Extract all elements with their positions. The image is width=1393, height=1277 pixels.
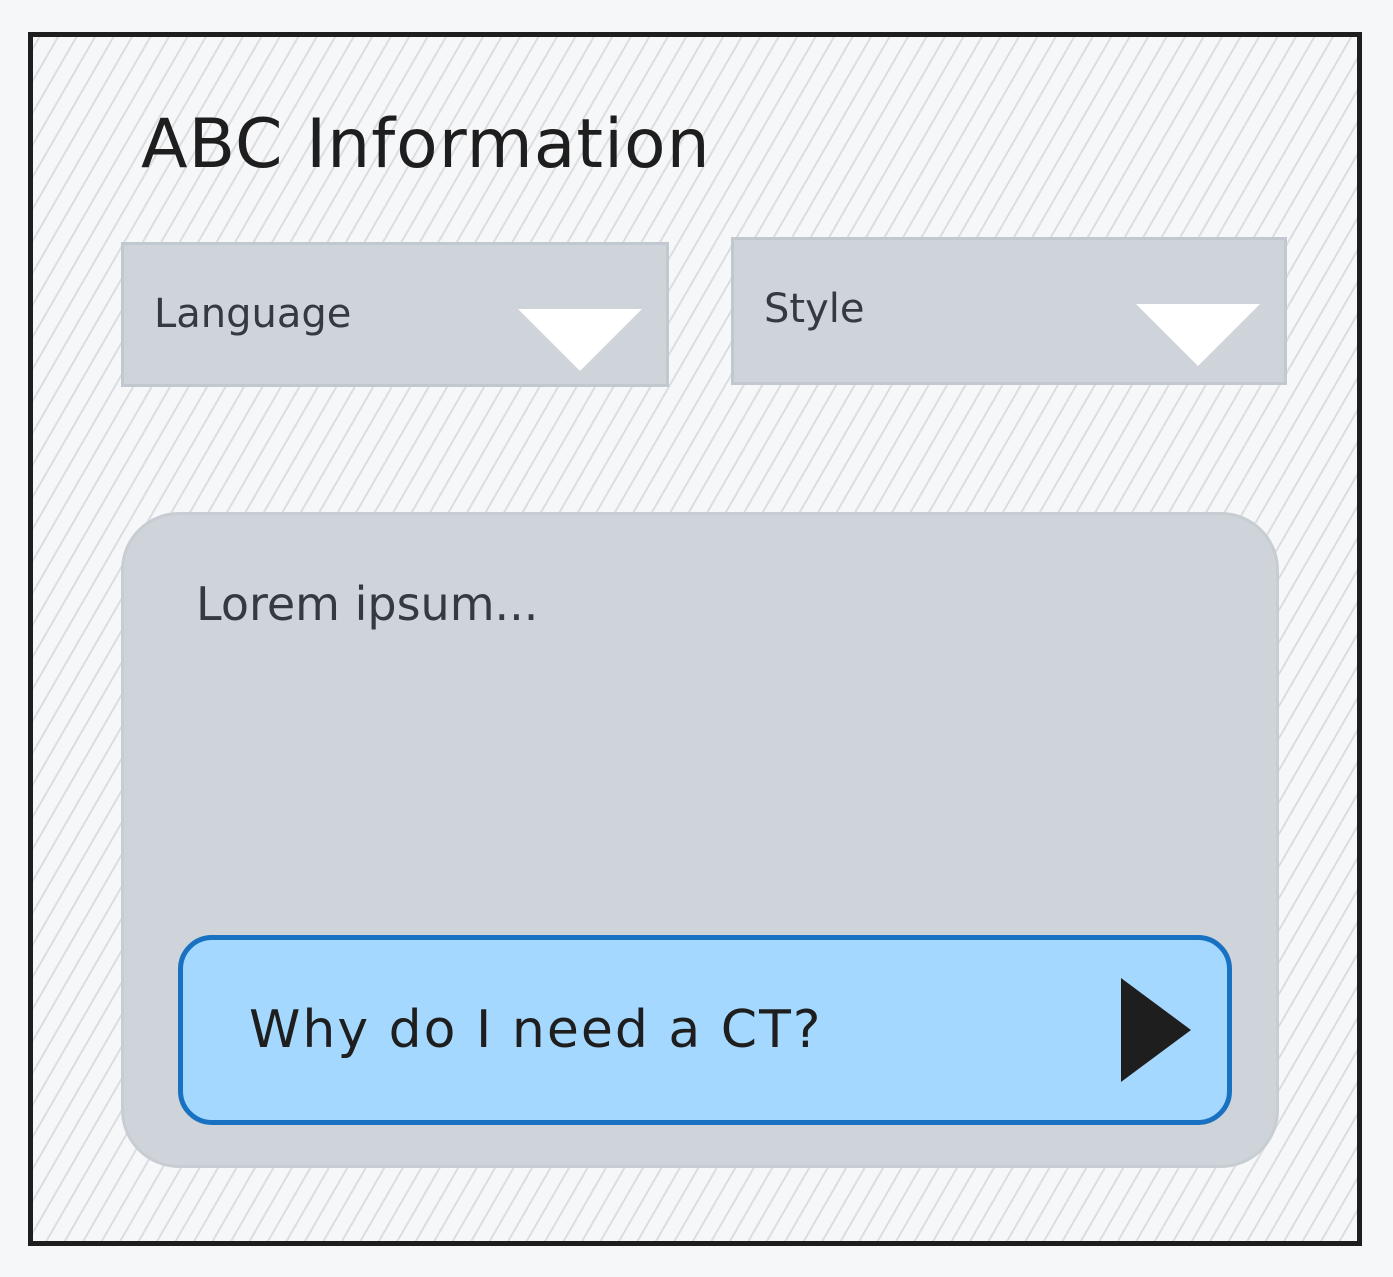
style-dropdown-label: Style bbox=[764, 286, 865, 332]
page-title: ABC Information bbox=[141, 105, 711, 184]
send-icon[interactable] bbox=[1121, 978, 1191, 1082]
chevron-down-icon bbox=[1136, 304, 1260, 366]
ask-question-button[interactable]: Why do I need a CT? bbox=[178, 935, 1232, 1125]
content-text: Lorem ipsum... bbox=[196, 577, 539, 631]
app-frame: ABC Information Language Style Lorem ips… bbox=[28, 32, 1362, 1246]
language-dropdown[interactable]: Language bbox=[121, 242, 669, 387]
chevron-down-icon bbox=[518, 309, 642, 371]
style-dropdown[interactable]: Style bbox=[731, 237, 1287, 385]
content-panel: Lorem ipsum... Why do I need a CT? bbox=[121, 512, 1279, 1168]
ask-question-label: Why do I need a CT? bbox=[249, 1000, 823, 1060]
language-dropdown-label: Language bbox=[154, 291, 352, 337]
